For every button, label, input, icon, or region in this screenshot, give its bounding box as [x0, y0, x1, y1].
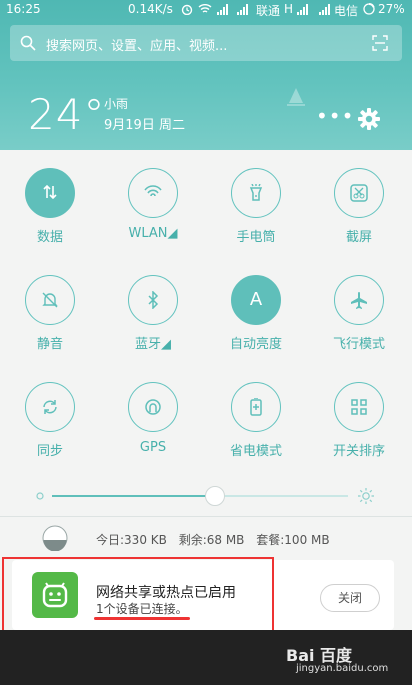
- battery-level: 27%: [378, 2, 405, 16]
- battery-saver-icon: [250, 398, 262, 416]
- toggle-label: 截屏: [345, 230, 372, 245]
- airplane-icon: [351, 292, 367, 309]
- toggle-label: 手电筒: [236, 230, 276, 245]
- data-arrows-icon: [43, 184, 57, 200]
- bottom-bar: Bai 百度 jingyan.baidu.com: [0, 630, 412, 685]
- toggle-circle[interactable]: [25, 168, 75, 218]
- toggle-circle[interactable]: [128, 275, 178, 325]
- toggle-mute-bell[interactable]: 静音: [0, 275, 100, 352]
- watermark-site: jingyan.baidu.com: [296, 663, 389, 674]
- wifi-status-icon: [198, 4, 212, 13]
- data-usage-text: 今日:330 KB 剩余:68 MB 套餐:100 MB: [96, 531, 338, 548]
- screenshot-icon: [350, 184, 368, 202]
- gear-icon[interactable]: [358, 108, 380, 130]
- brightness-slider[interactable]: [36, 484, 376, 508]
- toggle-label: 蓝牙◢: [135, 337, 171, 352]
- toggle-auto-brightness[interactable]: A 自动亮度: [206, 275, 306, 352]
- toggle-label: 开关排序: [332, 444, 385, 459]
- alarm-clock-icon: [181, 4, 193, 15]
- grid-sort-icon: [351, 399, 367, 415]
- toggle-label: 省电模式: [229, 444, 282, 459]
- toggle-circle[interactable]: [334, 168, 384, 218]
- flashlight-icon: [249, 184, 263, 201]
- weather-condition: 小雨: [104, 97, 129, 111]
- slider-knob[interactable]: [204, 486, 225, 506]
- toggle-battery-saver[interactable]: 省电模式: [206, 382, 306, 459]
- battery-icon: [363, 3, 375, 15]
- toggle-label: 同步: [36, 444, 63, 459]
- data-usage-icon: [42, 525, 68, 551]
- toggle-circle[interactable]: [334, 275, 384, 325]
- toggle-grid-sort[interactable]: 开关排序: [309, 382, 409, 459]
- date-text: 9月19日 周二: [104, 118, 185, 133]
- toggle-label: 静音: [36, 337, 63, 352]
- brightness-low-icon: [36, 492, 44, 500]
- toggle-circle[interactable]: [128, 168, 178, 218]
- toggle-sync[interactable]: 同步: [0, 382, 100, 459]
- toggle-wifi[interactable]: WLAN◢: [103, 168, 203, 241]
- search-placeholder: 搜索网页、设置、应用、视频...: [46, 39, 228, 54]
- signal-icon: [297, 4, 308, 15]
- scan-icon[interactable]: [372, 35, 388, 51]
- more-icon[interactable]: •••: [316, 106, 354, 126]
- mute-bell-icon: [42, 292, 58, 308]
- status-time: 16:25: [6, 2, 41, 16]
- wifi-icon: [144, 185, 162, 197]
- data-usage-row[interactable]: 今日:330 KB 剩余:68 MB 套餐:100 MB: [0, 517, 412, 557]
- toggle-circle[interactable]: [334, 382, 384, 432]
- data-plan: 套餐:100 MB: [256, 533, 330, 547]
- toggle-data-arrows[interactable]: 数据: [0, 168, 100, 245]
- weather-widget[interactable]: 24° 小雨 9月19日 周二 •••: [0, 80, 412, 150]
- brightness-high-icon: [358, 488, 374, 504]
- toggle-circle[interactable]: [25, 275, 75, 325]
- toggle-airplane[interactable]: 飞行模式: [309, 275, 409, 352]
- toggle-label: 数据: [36, 230, 63, 245]
- toggle-circle[interactable]: A: [231, 275, 281, 325]
- gps-icon: [145, 399, 161, 415]
- toggle-label: WLAN◢: [128, 226, 178, 241]
- toggle-circle[interactable]: [128, 382, 178, 432]
- toggle-gps[interactable]: GPS: [103, 382, 203, 455]
- toggle-label: GPS: [139, 440, 167, 455]
- temperature: 24°: [28, 90, 106, 139]
- search-icon: [20, 35, 36, 51]
- close-button[interactable]: 关闭: [320, 584, 380, 612]
- toggle-screenshot[interactable]: 截屏: [309, 168, 409, 245]
- sync-icon: [43, 400, 57, 414]
- signal-icon: [237, 4, 248, 15]
- auto-brightness-icon: A: [249, 289, 263, 310]
- carrier-1: 联通: [256, 4, 281, 18]
- annotation-underline: [94, 617, 190, 620]
- toggle-circle[interactable]: [25, 382, 75, 432]
- annotation-box: [2, 557, 274, 641]
- data-today: 今日:330 KB: [96, 533, 167, 547]
- toggle-flashlight[interactable]: 手电筒: [206, 168, 306, 245]
- status-bar: 16:25 0.14K/s 联通 H 电信 27%: [0, 0, 412, 20]
- network-type: H: [284, 2, 294, 16]
- signal-icon: [319, 4, 330, 15]
- signal-icon: [217, 4, 228, 15]
- toggle-circle[interactable]: [231, 382, 281, 432]
- carrier-2: 电信: [334, 4, 359, 18]
- status-network-speed: 0.14K/s: [128, 2, 173, 16]
- header-area: 16:25 0.14K/s 联通 H 电信 27% 搜索网页、设置、应用、视频.…: [0, 0, 412, 150]
- toggle-label: 自动亮度: [229, 337, 282, 352]
- slider-fill: [52, 495, 215, 497]
- data-remaining: 剩余:68 MB: [178, 533, 245, 547]
- toggle-circle[interactable]: [231, 168, 281, 218]
- toggle-bluetooth[interactable]: 蓝牙◢: [103, 275, 203, 352]
- search-bar[interactable]: 搜索网页、设置、应用、视频...: [10, 25, 402, 61]
- bluetooth-icon: [148, 291, 159, 309]
- toggle-label: 飞行模式: [332, 337, 385, 352]
